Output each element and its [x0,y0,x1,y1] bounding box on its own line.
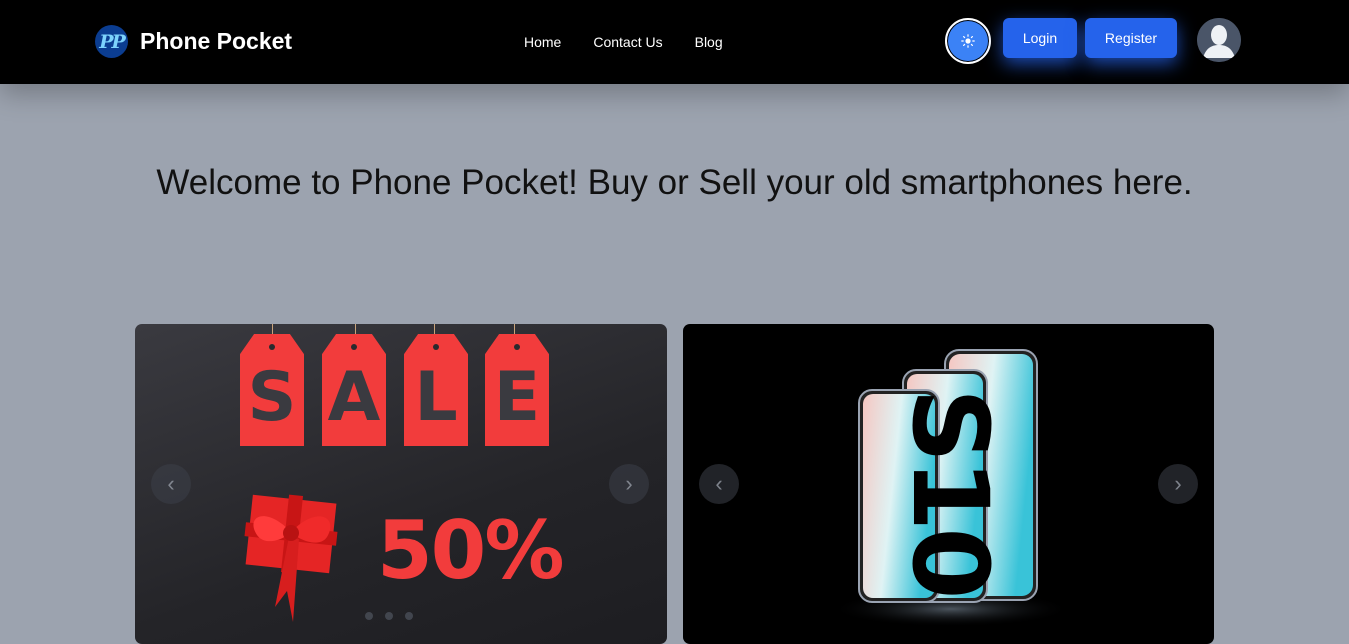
carousel-next-button[interactable]: › [1158,464,1198,504]
chevron-left-icon: ‹ [715,471,723,496]
sale-letter: E [493,358,541,437]
sun-icon [961,34,975,48]
hero-title: Welcome to Phone Pocket! Buy or Sell you… [156,163,1193,202]
nav-blog-link[interactable]: Blog [695,34,723,50]
brand-home-link[interactable]: PP Phone Pocket [95,25,292,58]
chevron-left-icon: ‹ [167,471,175,496]
carousel-prev-button[interactable]: ‹ [151,464,191,504]
sale-tag: E [485,334,549,446]
sale-tag: A [322,334,386,446]
discount-text: 50% [377,504,564,597]
carousel-indicators [365,612,413,620]
carousel-indicator[interactable] [405,612,413,620]
register-button[interactable]: Register [1085,18,1177,58]
user-avatar-button[interactable] [1197,18,1241,62]
main-nav: Home Contact Us Blog [524,34,723,50]
nav-contact-link[interactable]: Contact Us [593,34,662,50]
sale-tag: L [404,334,468,446]
sale-tag: S [240,334,304,446]
navbar: PP Phone Pocket Home Contact Us Blog Log… [0,0,1349,84]
brand-name: Phone Pocket [140,28,293,54]
carousel-indicator[interactable] [365,612,373,620]
carousel-next-button[interactable]: › [609,464,649,504]
phone-model-text: S10 [889,388,1011,596]
sale-letter: A [327,358,381,437]
phone-carousel: S10 ‹ › [683,324,1214,644]
nav-home-link[interactable]: Home [524,34,561,50]
sale-letter: S [247,358,297,437]
sale-carousel: S A L E 50% ‹ › [135,324,667,644]
theme-toggle-button[interactable] [945,18,991,64]
carousel-indicator[interactable] [385,612,393,620]
user-avatar-icon [1197,18,1241,62]
sale-letter: L [414,358,458,437]
chevron-right-icon: › [1174,471,1182,496]
login-button[interactable]: Login [1003,18,1077,58]
chevron-right-icon: › [625,471,633,496]
gift-box-image [244,494,338,622]
brand-logo: PP [95,25,128,58]
carousel-prev-button[interactable]: ‹ [699,464,739,504]
